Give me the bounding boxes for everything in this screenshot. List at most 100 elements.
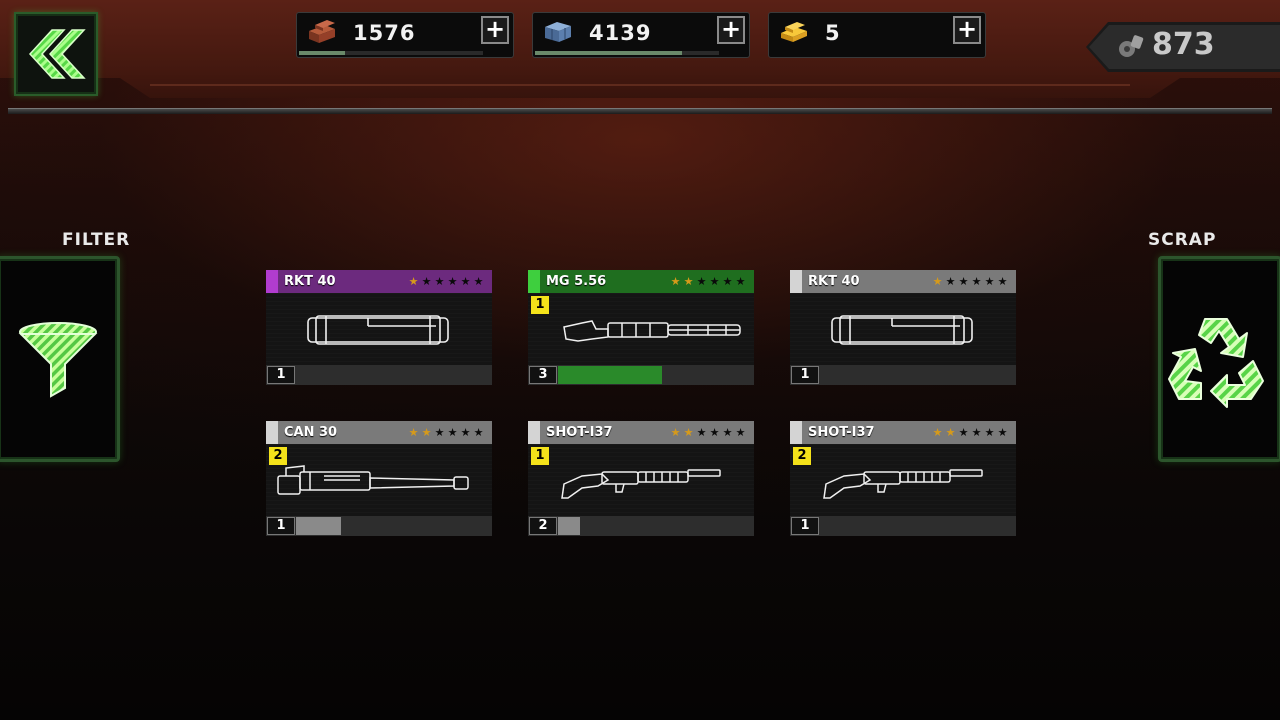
steel-amount: 4139: [589, 21, 652, 45]
card-footer: 1: [266, 365, 492, 385]
card-footer: 1: [790, 516, 1016, 536]
xp-bar: [558, 366, 754, 384]
star-empty-icon: ★: [421, 275, 432, 288]
scrap-button[interactable]: [1158, 256, 1280, 462]
star-rating: ★ ★ ★ ★ ★ ★: [932, 427, 1008, 438]
funnel-icon: [18, 322, 98, 398]
card-body: 1: [528, 293, 754, 365]
weapon-card[interactable]: SHOT-I37 ★ ★ ★ ★ ★ ★ 2 1: [790, 421, 1016, 537]
star-empty-icon: ★: [460, 275, 471, 288]
double-chevron-left-icon: [28, 29, 86, 79]
star-empty-icon: ★: [709, 426, 720, 439]
xp-fill: [558, 366, 662, 384]
weapon-card[interactable]: CAN 30 ★ ★ ★ ★ ★ ★ 2 1: [266, 421, 492, 537]
weapon-card[interactable]: RKT 40 ★ ★ ★ ★ ★ ★ 1: [266, 270, 492, 386]
star-filled-icon: ★: [408, 426, 419, 439]
star-rating: ★ ★ ★ ★ ★ ★: [670, 427, 746, 438]
star-empty-icon: ★: [434, 426, 445, 439]
star-empty-icon: ★: [460, 426, 471, 439]
star-filled-icon: ★: [683, 275, 694, 288]
buy-gold-button[interactable]: +: [953, 16, 981, 44]
card-footer: 3: [528, 365, 754, 385]
xp-bar: [820, 517, 1016, 535]
star-empty-icon: ★: [958, 426, 969, 439]
top-frame-accent: [150, 84, 1130, 86]
weapon-level: 3: [529, 366, 557, 384]
star-filled-icon: ★: [670, 275, 681, 288]
star-empty-icon: ★: [971, 275, 982, 288]
xp-fill: [558, 517, 580, 535]
star-empty-icon: ★: [447, 275, 458, 288]
card-body: [790, 293, 1016, 365]
star-empty-icon: ★: [971, 426, 982, 439]
currency-gold: 5 +: [768, 12, 986, 58]
scrap-label: SCRAP: [1148, 230, 1217, 250]
rocket-launcher-icon: [831, 315, 973, 345]
tier-badge: 1: [531, 296, 549, 314]
star-rating: ★ ★ ★ ★ ★ ★: [408, 276, 484, 287]
rarity-swatch: [266, 421, 278, 444]
cannon-icon: [277, 465, 469, 495]
weapon-name: SHOT-I37: [808, 425, 875, 440]
star-rating: ★ ★ ★ ★ ★ ★: [408, 427, 484, 438]
steel-crate-icon: [545, 22, 571, 42]
star-rating: ★ ★ ★ ★ ★ ★: [670, 276, 746, 287]
buy-steel-button[interactable]: +: [717, 16, 745, 44]
weapon-name: SHOT-I37: [546, 425, 613, 440]
gold-amount: 5: [825, 21, 841, 45]
card-body: [266, 293, 492, 365]
weapon-card[interactable]: RKT 40 ★ ★ ★ ★ ★ ★ 1: [790, 270, 1016, 386]
filter-button[interactable]: [0, 256, 120, 462]
star-empty-icon: ★: [447, 426, 458, 439]
copper-amount: 1576: [353, 21, 416, 45]
star-empty-icon: ★: [696, 275, 707, 288]
card-body: 1: [528, 444, 754, 516]
machine-gun-icon: [563, 320, 741, 342]
card-header: SHOT-I37 ★ ★ ★ ★ ★ ★: [790, 421, 1016, 444]
weapon-card[interactable]: SHOT-I37 ★ ★ ★ ★ ★ ★ 1 2: [528, 421, 754, 537]
steel-progress: [535, 51, 719, 55]
card-header: RKT 40 ★ ★ ★ ★ ★ ★: [790, 270, 1016, 293]
buy-copper-button[interactable]: +: [481, 16, 509, 44]
shotgun-icon: [823, 469, 983, 499]
star-empty-icon: ★: [984, 426, 995, 439]
card-body: 2: [266, 444, 492, 516]
weapon-level: 2: [529, 517, 557, 535]
weapon-level: 1: [267, 517, 295, 535]
currency-copper: 1576 +: [296, 12, 514, 58]
weapon-card[interactable]: MG 5.56 ★ ★ ★ ★ ★ ★ 1 3: [528, 270, 754, 386]
recycle-icon: [1168, 318, 1264, 408]
weapon-name: RKT 40: [808, 274, 860, 289]
card-footer: 1: [266, 516, 492, 536]
xp-bar: [296, 366, 492, 384]
star-empty-icon: ★: [722, 275, 733, 288]
card-header: CAN 30 ★ ★ ★ ★ ★ ★: [266, 421, 492, 444]
card-header: RKT 40 ★ ★ ★ ★ ★ ★: [266, 270, 492, 293]
rarity-swatch: [266, 270, 278, 293]
xp-fill: [296, 517, 342, 535]
card-header: SHOT-I37 ★ ★ ★ ★ ★ ★: [528, 421, 754, 444]
xp-bar: [558, 517, 754, 535]
star-rating: ★ ★ ★ ★ ★ ★: [932, 276, 1008, 287]
weapon-level: 1: [791, 366, 819, 384]
rarity-swatch: [528, 270, 540, 293]
star-empty-icon: ★: [997, 275, 1008, 288]
star-empty-icon: ★: [722, 426, 733, 439]
scrap-total: 873: [1086, 22, 1280, 72]
rarity-swatch: [790, 270, 802, 293]
weapon-name: CAN 30: [284, 425, 338, 440]
star-empty-icon: ★: [473, 426, 484, 439]
weapon-level: 1: [267, 366, 295, 384]
copper-progress: [299, 51, 483, 55]
rarity-swatch: [790, 421, 802, 444]
top-frame-divider: [8, 108, 1272, 114]
star-filled-icon: ★: [408, 275, 419, 288]
star-empty-icon: ★: [434, 275, 445, 288]
back-button[interactable]: [14, 12, 98, 96]
card-header: MG 5.56 ★ ★ ★ ★ ★ ★: [528, 270, 754, 293]
star-filled-icon: ★: [932, 275, 943, 288]
star-empty-icon: ★: [945, 275, 956, 288]
card-footer: 1: [790, 365, 1016, 385]
star-empty-icon: ★: [984, 275, 995, 288]
star-filled-icon: ★: [945, 426, 956, 439]
